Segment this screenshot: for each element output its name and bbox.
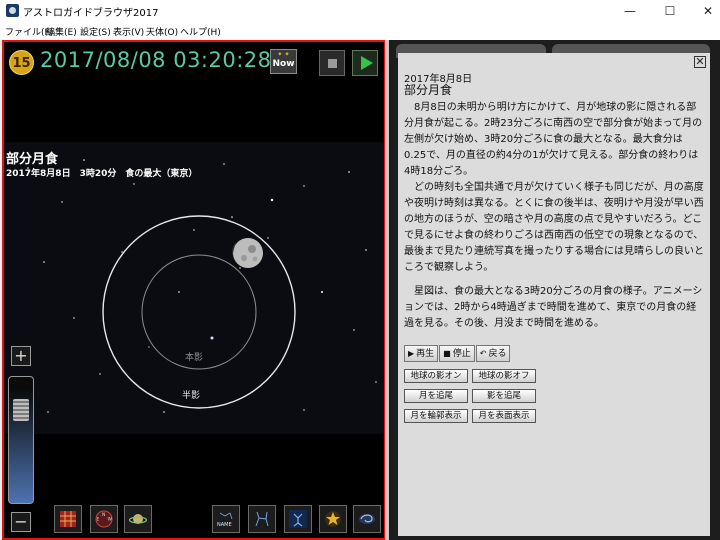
umbra-label: 本影: [185, 351, 203, 363]
star-info-button[interactable]: [319, 505, 347, 533]
planet-button[interactable]: [124, 505, 152, 533]
menu-view[interactable]: 表示(V): [113, 25, 144, 38]
star-info-icon: [325, 511, 341, 527]
name-icon-label: NAME: [217, 522, 232, 528]
umbra-circle: [141, 254, 257, 370]
zoom-slider-thumb[interactable]: [13, 399, 29, 421]
compass-nesw-icon: N E W: [95, 510, 113, 528]
app-icon: [6, 4, 19, 17]
star-map-canvas: 本影 半影: [23, 159, 377, 413]
galaxy-icon: [359, 514, 375, 524]
moon-icon[interactable]: [232, 238, 263, 268]
pause-label: 停止: [452, 349, 471, 359]
back-label: 戻る: [488, 349, 507, 359]
constellation-figure-icon: [289, 510, 307, 528]
return-arrow-icon: ↶: [479, 349, 487, 358]
menu-help[interactable]: ヘルプ(H): [180, 25, 221, 38]
article-paragraph: どの時刻も全国共通で月が欠けていく様子も同じだが、月の高度や夜明け時刻は異なる。…: [404, 182, 704, 273]
constellation-name-icon: NAME: [217, 512, 233, 528]
galaxy-button[interactable]: [353, 505, 381, 533]
constellation-lines-button[interactable]: [248, 505, 276, 533]
replay-label: 再生: [416, 349, 435, 359]
day-badge[interactable]: 15: [9, 50, 34, 75]
article-panel: ✕ 2017年8月8日 部分月食 8月8日の未明から明け方にかけて、月が地球の影…: [398, 53, 710, 536]
article-body: 8月8日の未明から明け方にかけて、月が地球の影に隠される部分月食が起こる。2時2…: [404, 100, 704, 332]
moon-surface-button[interactable]: 月を表面表示: [472, 409, 536, 423]
earth-shadow-on-button[interactable]: 地球の影オン: [404, 369, 468, 383]
article-paragraph: 星図は、食の最大となる3時20分ごろの月食の様子。アニメーションでは、2時から4…: [404, 286, 703, 329]
sky-view-panel: 15 2017/08/08 03:20:28 Now: [2, 40, 386, 540]
event-subtitle: 2017年8月8日 3時20分 食の最大（東京）: [6, 169, 198, 179]
constellation-lines-icon: [255, 511, 269, 527]
window-title-bar: アストロガイドブラウザ2017 — ☐ ✕: [0, 0, 720, 22]
compass-button[interactable]: N E W: [90, 505, 118, 533]
zoom-out-button[interactable]: −: [11, 512, 31, 532]
compass-n-label: N: [102, 512, 105, 518]
maximize-button[interactable]: ☐: [652, 0, 688, 22]
track-shadow-button[interactable]: 影を追尾: [472, 389, 536, 403]
constellation-name-button[interactable]: NAME: [212, 505, 240, 533]
horizon-grid-button[interactable]: [54, 505, 82, 533]
replay-button[interactable]: ▶ 再生: [404, 345, 439, 362]
window-close-button[interactable]: ✕: [690, 0, 720, 22]
moon-outline-button[interactable]: 月を輪郭表示: [404, 409, 468, 423]
compass-w-label: W: [108, 517, 113, 523]
datetime-display[interactable]: 2017/08/08 03:20:28: [40, 48, 272, 72]
stop-square-icon: ■: [443, 349, 451, 358]
article-close-button[interactable]: ✕: [694, 56, 706, 68]
stop-button[interactable]: [319, 50, 345, 76]
constellation-figure-button[interactable]: [284, 505, 312, 533]
animation-controls: ▶ 再生 ■ 停止 ↶ 戻る: [404, 341, 511, 362]
minimize-button[interactable]: —: [612, 0, 648, 22]
menu-edit[interactable]: 編集(E): [46, 25, 77, 38]
menu-bar: ファイル(F) 編集(E) 設定(S) 表示(V) 天体(O) ヘルプ(H): [0, 22, 720, 40]
compass-e-label: E: [97, 517, 100, 523]
play-icon: ▶: [408, 349, 415, 358]
back-button[interactable]: ↶ 戻る: [475, 345, 511, 362]
now-button[interactable]: Now: [270, 42, 297, 74]
penumbra-circle: [102, 215, 296, 409]
star-map[interactable]: 本影 半影: [4, 142, 384, 434]
article-paragraph: 8月8日の未明から明け方にかけて、月が地球の影に隠される部分月食が起こる。2時2…: [404, 102, 703, 177]
window-title: アストロガイドブラウザ2017: [23, 8, 159, 19]
play-button[interactable]: [352, 50, 378, 76]
menu-settings[interactable]: 設定(S): [80, 25, 111, 38]
menu-object[interactable]: 天体(O): [146, 25, 178, 38]
article-title: 部分月食: [404, 83, 453, 97]
zoom-slider[interactable]: [8, 376, 34, 504]
planet-orbit-icon: [129, 514, 147, 524]
horizon-grid-icon: [60, 511, 76, 527]
zoom-in-button[interactable]: +: [11, 346, 31, 366]
penumbra-label: 半影: [182, 389, 200, 401]
pause-button[interactable]: ■ 停止: [439, 345, 475, 362]
track-moon-button[interactable]: 月を追尾: [404, 389, 468, 403]
event-title: 部分月食: [6, 152, 59, 167]
earth-shadow-off-button[interactable]: 地球の影オフ: [472, 369, 536, 383]
